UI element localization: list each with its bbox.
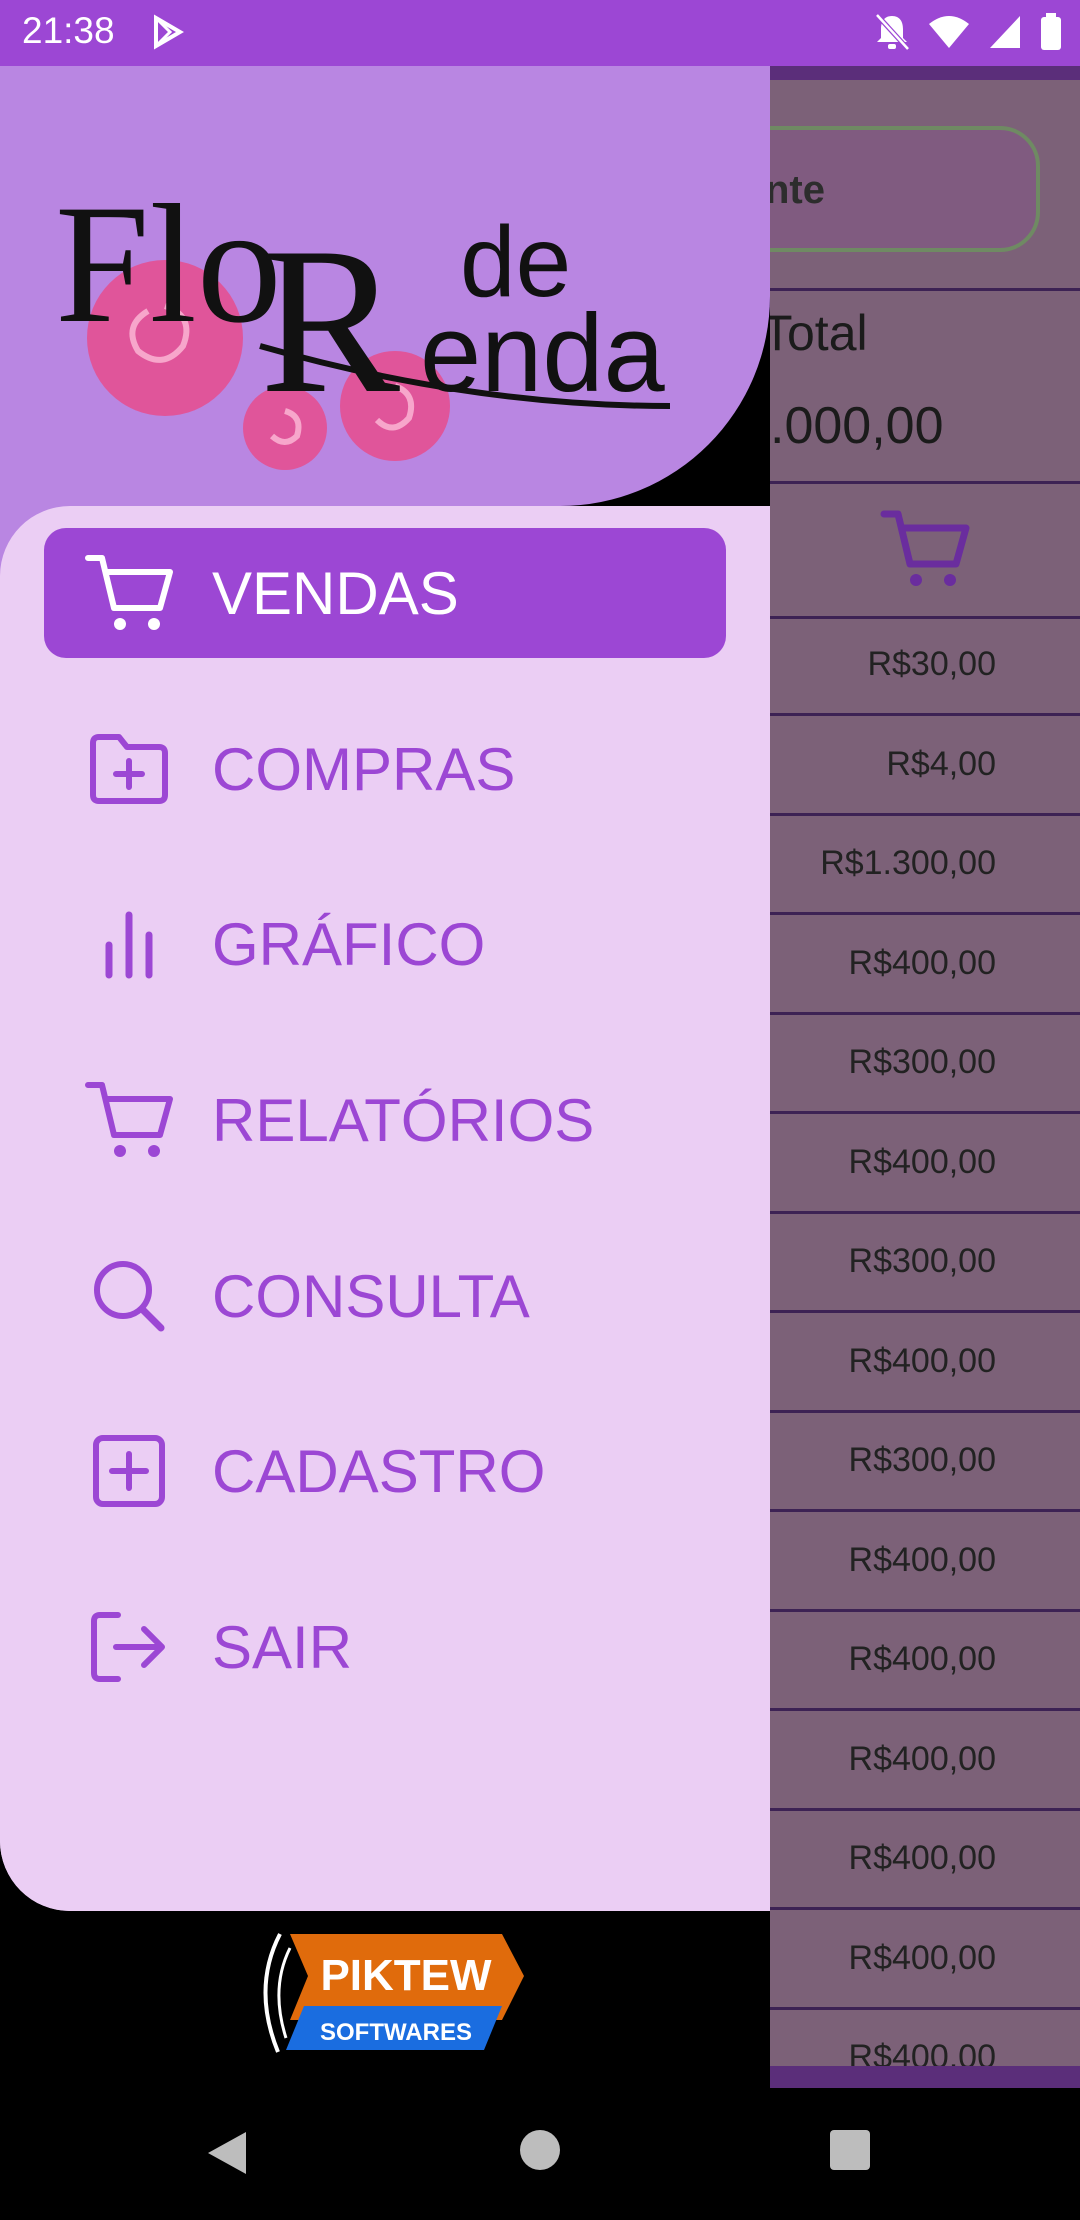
- recents-button[interactable]: [828, 2128, 872, 2177]
- menu-item-label: CADASTRO: [212, 1437, 546, 1505]
- menu-item-compras[interactable]: COMPRAS: [44, 704, 726, 834]
- background-row-value: R$400,00: [848, 1540, 996, 1579]
- search-icon: [84, 1251, 174, 1341]
- folder-plus-icon: [84, 724, 174, 814]
- background-row-value: R$4,00: [886, 744, 996, 783]
- logo-r-text: R: [260, 205, 400, 437]
- menu-item-grafico[interactable]: GRÁFICO: [44, 879, 726, 1009]
- piktew-sub: SOFTWARES: [320, 2019, 472, 2046]
- flor-de-renda-logo: Flo R de enda: [40, 106, 700, 486]
- background-row-value: R$400,00: [848, 1640, 996, 1678]
- menu-item-label: VENDAS: [212, 559, 459, 627]
- menu-item-label: SAIR: [212, 1613, 353, 1681]
- background-row-value: R$300,00: [848, 1043, 996, 1081]
- background-row-value: R$300,00: [848, 1242, 996, 1280]
- menu-item-label: COMPRAS: [212, 735, 516, 803]
- menu-item-vendas[interactable]: VENDAS: [44, 528, 726, 658]
- background-search-text: nte: [765, 168, 825, 212]
- background-row-value: R$400,00: [848, 1839, 996, 1877]
- background-row-value: R$400,00: [848, 1739, 996, 1778]
- status-bar: 21:38: [0, 0, 1080, 66]
- background-total-label: Total: [762, 305, 868, 361]
- menu-item-cadastro[interactable]: CADASTRO: [44, 1406, 726, 1536]
- background-row-value: R$400,00: [848, 943, 996, 982]
- home-button[interactable]: [518, 2128, 562, 2177]
- status-time: 21:38: [22, 10, 115, 51]
- logo-enda-text: enda: [420, 292, 666, 415]
- battery-icon: [1040, 13, 1062, 56]
- background-row-value: R$400,00: [848, 1938, 996, 1977]
- menu-item-label: CONSULTA: [212, 1262, 530, 1330]
- wifi-icon: [928, 14, 970, 55]
- background-row-value: R$300,00: [848, 1441, 996, 1479]
- system-navigation-bar: [0, 2088, 1080, 2220]
- background-row-value: R$400,00: [848, 1142, 996, 1181]
- cart-icon: [84, 1075, 174, 1165]
- piktew-softwares-logo: PIKTEW SOFTWARES: [256, 1928, 526, 2063]
- drawer-header: Flo R de enda: [0, 66, 770, 506]
- play-store-icon: [150, 14, 186, 55]
- bar-chart-icon: [84, 899, 174, 989]
- background-row-value: R$400,00: [848, 1341, 996, 1380]
- background-total-value: .000,00: [770, 397, 944, 455]
- logo-flor-text: Flo: [55, 170, 282, 358]
- cart-icon: [84, 548, 174, 638]
- menu-item-label: GRÁFICO: [212, 910, 486, 978]
- menu-item-relatorios[interactable]: RELATÓRIOS: [44, 1055, 726, 1185]
- navigation-drawer: Flo R de enda VENDAS COMPRAS GRÁFICO REL…: [0, 66, 770, 2088]
- menu-item-label: RELATÓRIOS: [212, 1086, 595, 1154]
- logout-icon: [84, 1602, 174, 1692]
- piktew-name: PIKTEW: [320, 1951, 492, 2000]
- signal-icon: [988, 14, 1022, 55]
- background-row-value: R$30,00: [867, 645, 996, 683]
- plus-square-icon: [84, 1426, 174, 1516]
- menu-item-consulta[interactable]: CONSULTA: [44, 1231, 726, 1361]
- background-row-value: R$1.300,00: [820, 844, 996, 882]
- notifications-off-icon: [874, 12, 910, 57]
- menu-item-sair[interactable]: SAIR: [44, 1582, 726, 1712]
- cart-icon: [880, 506, 970, 597]
- back-button[interactable]: [204, 2128, 250, 2183]
